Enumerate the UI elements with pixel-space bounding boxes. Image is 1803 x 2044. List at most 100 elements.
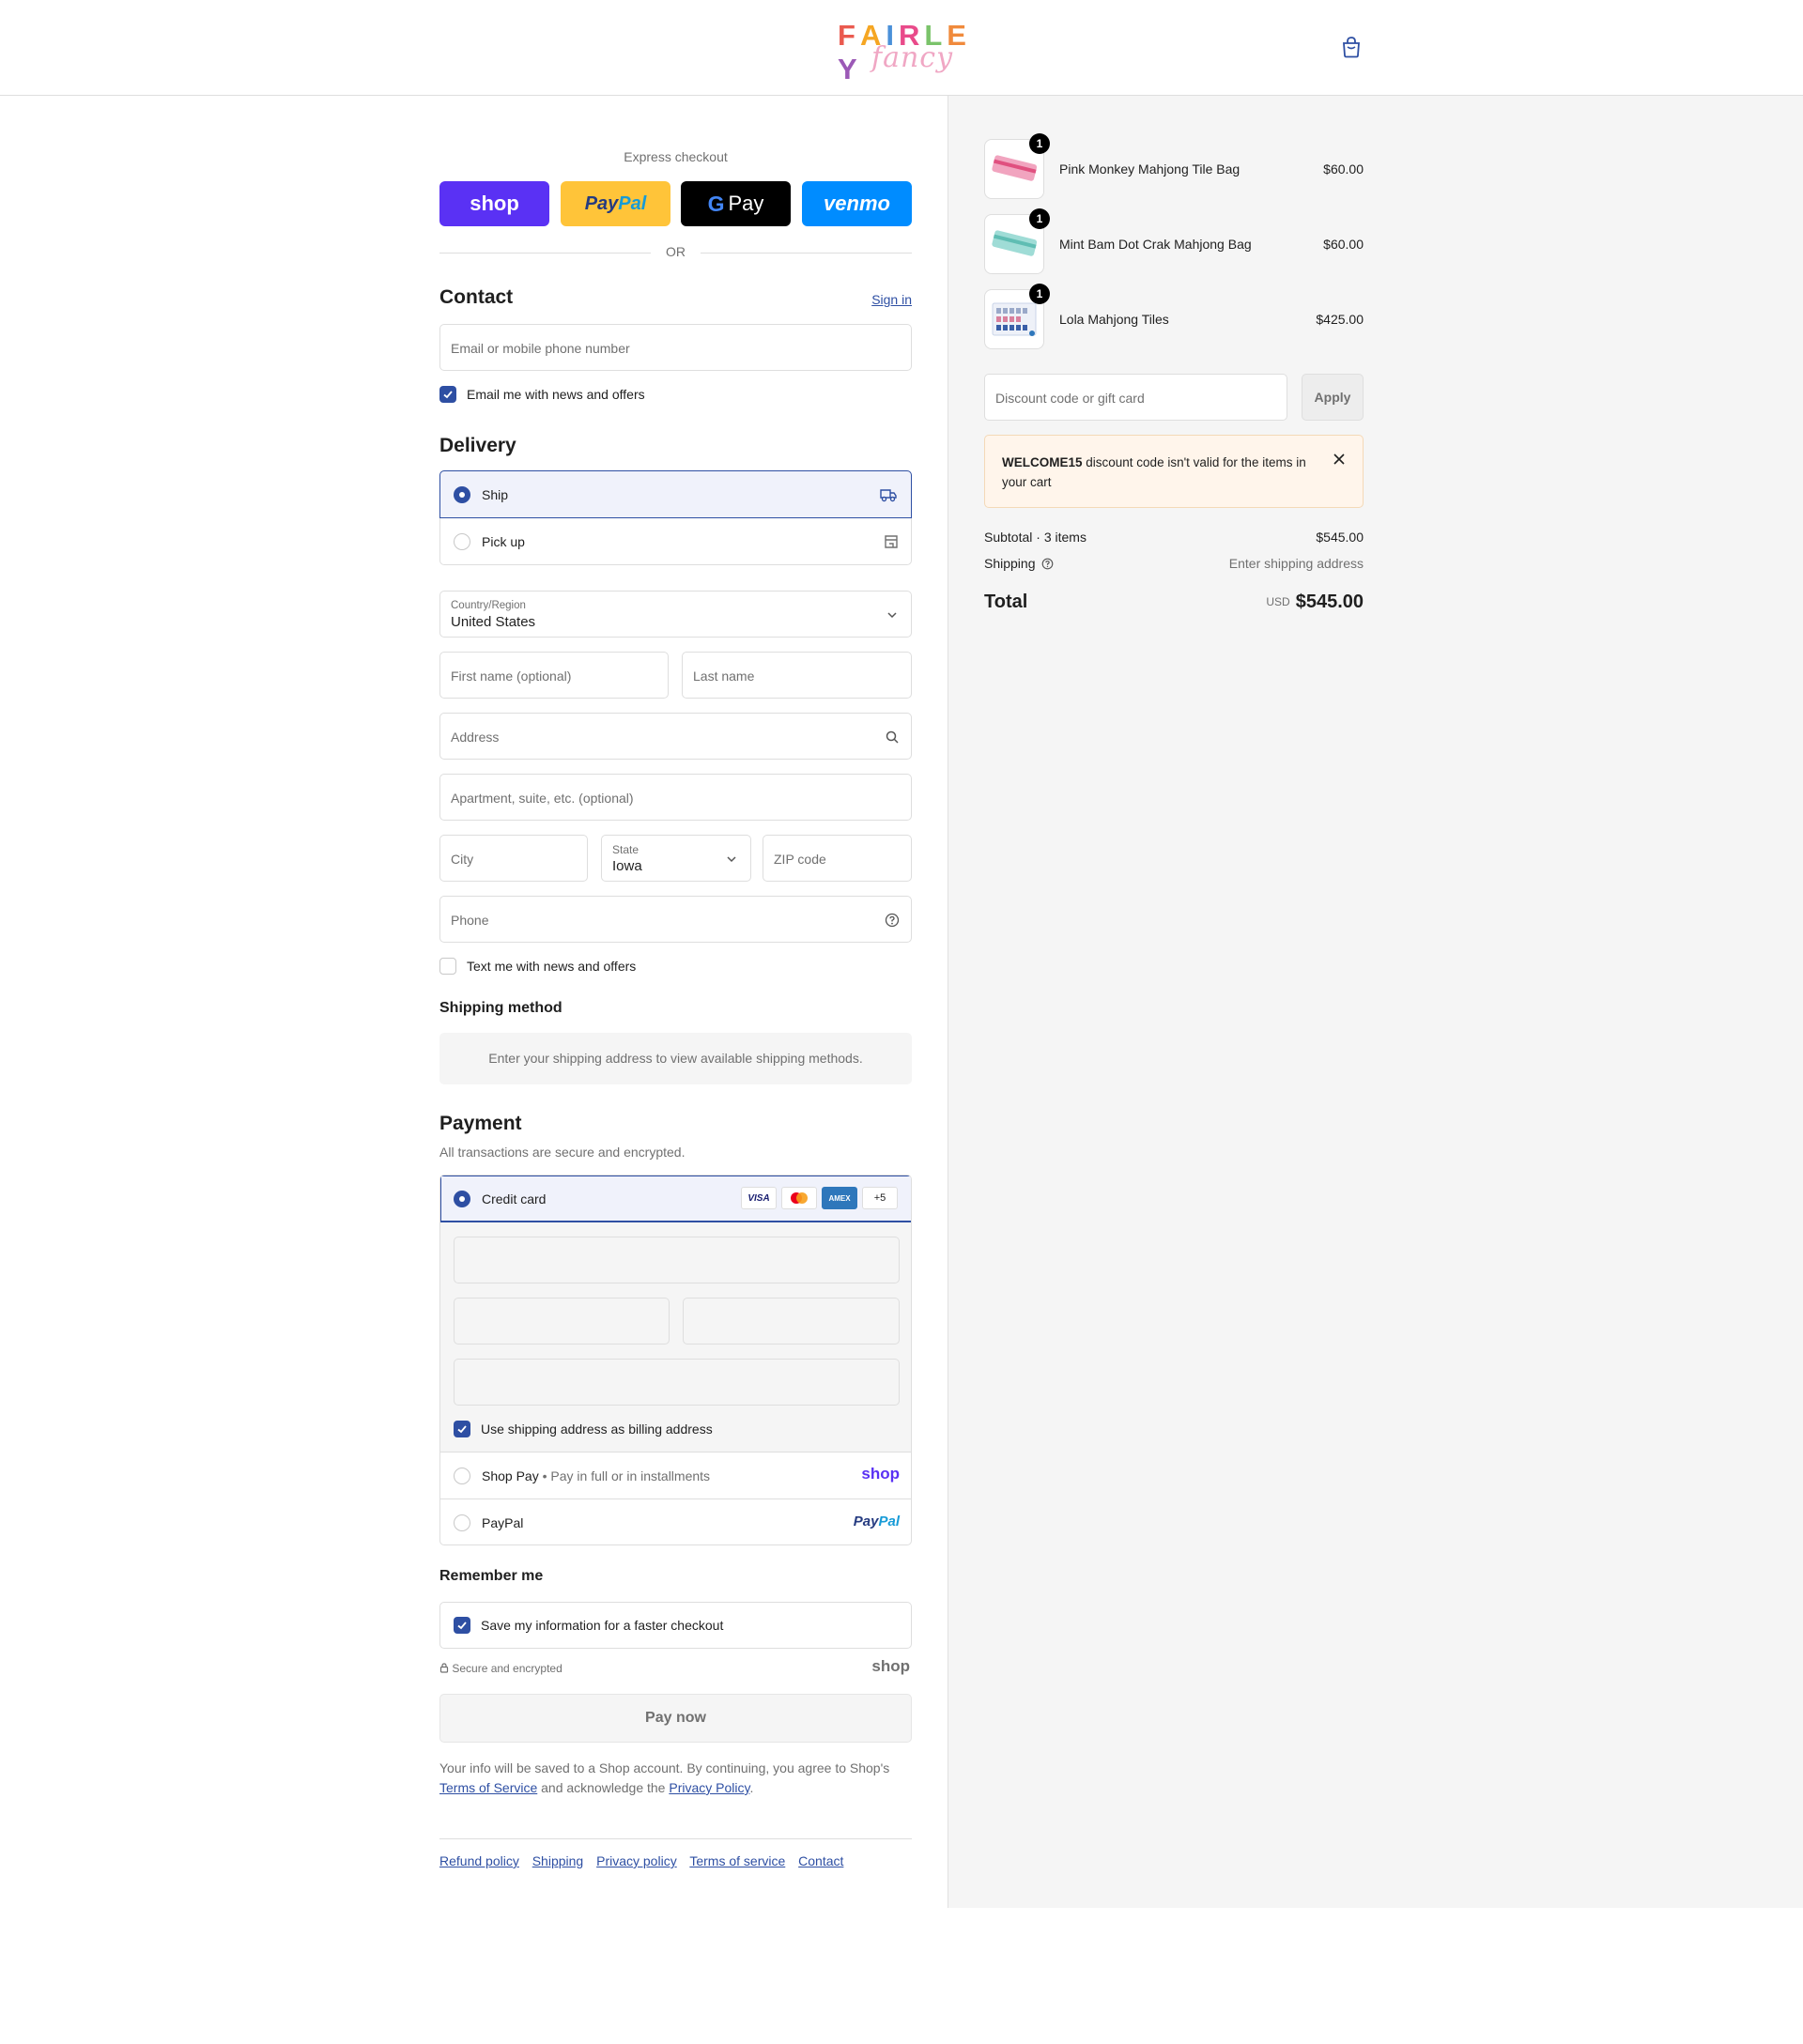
zip-placeholder: ZIP code	[774, 852, 826, 867]
card-fields-panel: Use shipping address as billing address	[440, 1222, 911, 1452]
last-name-input[interactable]: Last name	[682, 652, 912, 699]
email-news-checkbox[interactable]	[439, 386, 456, 403]
visa-icon: VISA	[741, 1187, 777, 1209]
credit-card-radio[interactable]	[454, 1191, 470, 1207]
state-value: Iowa	[612, 858, 642, 874]
legal-text: Your info will be saved to a Shop accoun…	[439, 1759, 912, 1798]
chevron-down-icon	[727, 856, 736, 863]
item-price: $425.00	[1316, 312, 1364, 327]
apartment-input[interactable]: Apartment, suite, etc. (optional)	[439, 774, 912, 821]
store-logo[interactable]: FAIRLEY fancy	[830, 17, 971, 85]
save-info-checkbox[interactable]	[454, 1617, 470, 1634]
payment-subtitle: All transactions are secure and encrypte…	[439, 1145, 686, 1160]
privacy-link[interactable]: Privacy Policy	[669, 1780, 749, 1795]
item-name: Pink Monkey Mahjong Tile Bag	[1059, 161, 1241, 177]
footer-links: Refund policy Shipping Privacy policy Te…	[439, 1853, 853, 1868]
google-pay-express-button[interactable]: G Pay	[681, 181, 791, 226]
pay-now-button[interactable]: Pay now	[439, 1694, 912, 1743]
paypal-option[interactable]: PayPal PayPal	[440, 1499, 911, 1545]
ship-radio[interactable]	[454, 486, 470, 503]
or-text: OR	[666, 244, 686, 259]
check-icon	[457, 1425, 467, 1434]
privacy-policy-link[interactable]: Privacy policy	[596, 1853, 677, 1868]
more-cards-badge: +5	[862, 1187, 898, 1209]
address-input[interactable]: Address	[439, 713, 912, 760]
text-news-checkbox[interactable]	[439, 958, 456, 975]
chevron-down-icon	[887, 612, 897, 619]
paypal-logo-b: Pal	[878, 1514, 900, 1529]
help-circle-icon[interactable]	[885, 913, 900, 928]
secure-note: Secure and encrypted	[439, 1662, 562, 1675]
terms-of-service-link[interactable]: Terms of service	[689, 1853, 785, 1868]
save-info-label: Save my information for a faster checkou…	[481, 1618, 724, 1633]
shop-pay-label: Shop Pay • Pay in full or in installment…	[482, 1468, 711, 1483]
credit-card-option[interactable]: Credit card VISA AMEX +5	[440, 1176, 911, 1222]
quantity-badge: 1	[1029, 133, 1050, 154]
card-expiry-field[interactable]	[454, 1298, 670, 1345]
city-input[interactable]: City	[439, 835, 588, 882]
shopping-bag-icon[interactable]	[1341, 36, 1364, 60]
discount-placeholder: Discount code or gift card	[995, 391, 1145, 406]
paypal-radio[interactable]	[454, 1514, 470, 1531]
paypal-logo-a: Pay	[853, 1514, 879, 1529]
card-number-field[interactable]	[454, 1237, 900, 1283]
state-label: State	[612, 843, 640, 856]
phone-input[interactable]: Phone	[439, 896, 912, 943]
first-name-placeholder: First name (optional)	[451, 669, 572, 684]
card-cvv-field[interactable]	[683, 1298, 900, 1345]
city-placeholder: City	[451, 852, 474, 867]
venmo-express-button[interactable]: venmo	[802, 181, 912, 226]
warning-code: WELCOME15	[1002, 455, 1083, 469]
subtotal-row: Subtotal · 3 items $545.00	[984, 530, 1364, 545]
secure-text: Secure and encrypted	[452, 1662, 562, 1675]
credit-card-label: Credit card	[482, 1191, 547, 1206]
card-name-field[interactable]	[454, 1359, 900, 1406]
billing-same-checkbox[interactable]	[454, 1421, 470, 1437]
quantity-badge: 1	[1029, 284, 1050, 304]
pickup-radio[interactable]	[454, 533, 470, 550]
shipping-value: Enter shipping address	[1228, 556, 1364, 571]
remember-box: Save my information for a faster checkou…	[439, 1602, 912, 1649]
shop-pay-express-button[interactable]: shop	[439, 181, 549, 226]
help-circle-icon[interactable]	[1041, 558, 1054, 570]
discount-input[interactable]: Discount code or gift card	[984, 374, 1287, 421]
apply-discount-button[interactable]: Apply	[1302, 374, 1364, 421]
subtotal-label: Subtotal · 3 items	[984, 530, 1086, 545]
first-name-input[interactable]: First name (optional)	[439, 652, 669, 699]
billing-same-label: Use shipping address as billing address	[481, 1422, 713, 1437]
ship-option[interactable]: Ship	[439, 470, 912, 518]
email-input[interactable]: Email or mobile phone number	[439, 324, 912, 371]
warning-message: WELCOME15 discount code isn't valid for …	[1002, 453, 1312, 492]
pickup-option[interactable]: Pick up	[440, 518, 913, 565]
address-placeholder: Address	[451, 730, 500, 745]
pickup-label: Pick up	[482, 534, 525, 549]
country-select[interactable]: Country/Region United States	[439, 591, 912, 638]
total-row: Total USD $545.00	[984, 592, 1364, 616]
paypal-express-button[interactable]: Pay Pal	[561, 181, 670, 226]
venmo-logo: venmo	[824, 192, 890, 215]
total-label: Total	[984, 592, 1028, 612]
order-summary-pane	[948, 96, 1803, 1908]
item-price: $60.00	[1323, 237, 1364, 252]
refund-policy-link[interactable]: Refund policy	[439, 1853, 519, 1868]
terms-link[interactable]: Terms of Service	[439, 1780, 537, 1795]
email-placeholder: Email or mobile phone number	[451, 341, 630, 356]
last-name-placeholder: Last name	[693, 669, 755, 684]
state-select[interactable]: State Iowa	[601, 835, 751, 882]
shop-pay-option[interactable]: Shop Pay • Pay in full or in installment…	[440, 1452, 911, 1499]
shop-pay-radio[interactable]	[454, 1468, 470, 1484]
shipping-policy-link[interactable]: Shipping	[532, 1853, 584, 1868]
close-icon[interactable]	[1333, 453, 1346, 466]
shop-pay-logo: shop	[470, 192, 519, 215]
phone-placeholder: Phone	[451, 913, 489, 928]
zip-input[interactable]: ZIP code	[763, 835, 912, 882]
email-news-label: Email me with news and offers	[467, 387, 645, 402]
cart-item: 1 Mint Bam Dot Crak Mahjong Bag $60.00	[984, 208, 1364, 276]
contact-link[interactable]: Contact	[798, 1853, 843, 1868]
logo-script: fancy	[871, 41, 954, 74]
lock-icon	[439, 1663, 449, 1673]
amex-icon: AMEX	[822, 1187, 857, 1209]
paypal-logo: PayPal	[854, 1514, 900, 1529]
item-price: $60.00	[1323, 161, 1364, 177]
sign-in-link[interactable]: Sign in	[871, 292, 912, 307]
